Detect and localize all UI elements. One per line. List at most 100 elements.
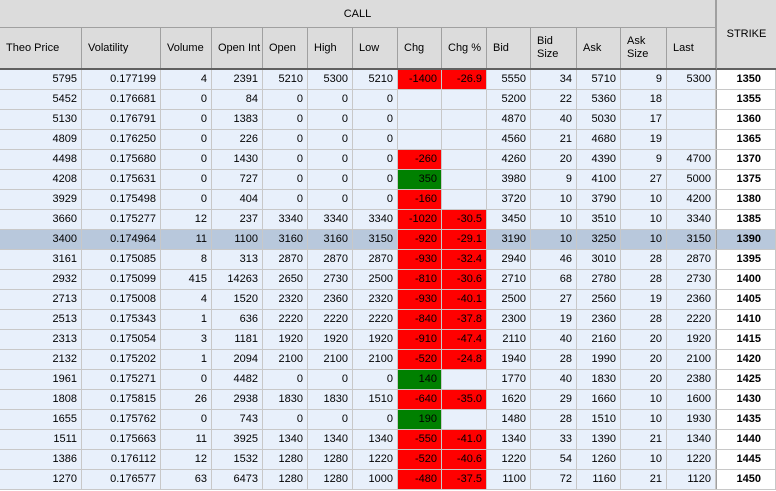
table-row[interactable]: 2713 0.175008 4 1520 2320 2360 2320 -930 -40.1 25… <box>0 290 776 310</box>
column-header-volatility[interactable]: Volatility <box>82 28 161 68</box>
column-header-bid-size[interactable]: Bid Size <box>531 28 577 68</box>
cell-ask-size: 27 <box>621 170 667 189</box>
cell-theo-price: 1655 <box>0 410 82 429</box>
cell-open-int: 84 <box>212 90 263 109</box>
cell-ask: 5030 <box>577 110 621 129</box>
table-row[interactable]: 3400 0.174964 11 1100 3160 3160 3150 -920 -29.1 3… <box>0 230 776 250</box>
cell-last: 4700 <box>667 150 716 169</box>
column-header-ask-size[interactable]: Ask Size <box>621 28 667 68</box>
cell-ask-size: 20 <box>621 330 667 349</box>
table-row[interactable]: 1386 0.176112 12 1532 1280 1280 1220 -520 -40.6 1… <box>0 450 776 470</box>
table-row[interactable]: 4809 0.176250 0 226 0 0 0 4560 21 4680 19 1365 <box>0 130 776 150</box>
cell-last: 5000 <box>667 170 716 189</box>
cell-ask-size: 10 <box>621 410 667 429</box>
cell-open: 1280 <box>263 470 308 489</box>
cell-open: 0 <box>263 190 308 209</box>
cell-ask: 5360 <box>577 90 621 109</box>
cell-theo-price: 1270 <box>0 470 82 489</box>
cell-open-int: 1532 <box>212 450 263 469</box>
cell-bid: 1480 <box>487 410 531 429</box>
column-header-ask[interactable]: Ask <box>577 28 621 68</box>
table-row[interactable]: 4208 0.175631 0 727 0 0 0 350 3980 9 4100 27 5000 137… <box>0 170 776 190</box>
cell-volume: 8 <box>161 250 212 269</box>
cell-theo-price: 5130 <box>0 110 82 129</box>
cell-strike: 1360 <box>716 110 776 129</box>
cell-ask: 3250 <box>577 230 621 249</box>
table-row[interactable]: 3660 0.175277 12 237 3340 3340 3340 -1020 -30.5 3… <box>0 210 776 230</box>
cell-open: 2650 <box>263 270 308 289</box>
table-row[interactable]: 5795 0.177199 4 2391 5210 5300 5210 -1400 -26.9 5… <box>0 70 776 90</box>
table-row[interactable]: 2313 0.175054 3 1181 1920 1920 1920 -910 -47.4 21… <box>0 330 776 350</box>
cell-volume: 1 <box>161 310 212 329</box>
cell-open: 2220 <box>263 310 308 329</box>
cell-volatility: 0.176112 <box>82 450 161 469</box>
cell-chg-pct <box>442 150 487 169</box>
cell-bid-size: 10 <box>531 210 577 229</box>
cell-ask: 1660 <box>577 390 621 409</box>
column-header-chg-pct[interactable]: Chg % <box>442 28 487 68</box>
cell-bid-size: 72 <box>531 470 577 489</box>
cell-chg: -260 <box>398 150 442 169</box>
cell-chg-pct: -35.0 <box>442 390 487 409</box>
column-header-low[interactable]: Low <box>353 28 398 68</box>
column-header-high[interactable]: High <box>308 28 353 68</box>
table-row[interactable]: 2932 0.175099 415 14263 2650 2730 2500 -810 -30.… <box>0 270 776 290</box>
cell-chg: -1020 <box>398 210 442 229</box>
column-header-theo-price[interactable]: Theo Price <box>0 28 82 68</box>
cell-bid: 5550 <box>487 70 531 89</box>
cell-high: 0 <box>308 130 353 149</box>
cell-last: 1120 <box>667 470 716 489</box>
cell-chg: -160 <box>398 190 442 209</box>
cell-bid: 2300 <box>487 310 531 329</box>
table-row[interactable]: 2513 0.175343 1 636 2220 2220 2220 -840 -37.8 230… <box>0 310 776 330</box>
cell-theo-price: 4498 <box>0 150 82 169</box>
cell-open-int: 313 <box>212 250 263 269</box>
cell-last: 2100 <box>667 350 716 369</box>
cell-open-int: 1520 <box>212 290 263 309</box>
table-row[interactable]: 4498 0.175680 0 1430 0 0 0 -260 4260 20 4390 9 4700 1… <box>0 150 776 170</box>
table-row[interactable]: 1961 0.175271 0 4482 0 0 0 140 1770 40 1830 20 2380 1… <box>0 370 776 390</box>
column-header-open-int[interactable]: Open Int <box>212 28 263 68</box>
cell-ask: 4680 <box>577 130 621 149</box>
cell-last <box>667 130 716 149</box>
cell-low: 0 <box>353 110 398 129</box>
table-row[interactable]: 1655 0.175762 0 743 0 0 0 190 1480 28 1510 10 1930 14… <box>0 410 776 430</box>
column-header-last[interactable]: Last <box>667 28 716 68</box>
cell-last: 2380 <box>667 370 716 389</box>
table-row[interactable]: 2132 0.175202 1 2094 2100 2100 2100 -520 -24.8 19… <box>0 350 776 370</box>
table-row[interactable]: 3929 0.175498 0 404 0 0 0 -160 3720 10 3790 10 4200 1… <box>0 190 776 210</box>
cell-volatility: 0.176577 <box>82 470 161 489</box>
cell-volatility: 0.175099 <box>82 270 161 289</box>
cell-ask-size: 17 <box>621 110 667 129</box>
cell-open: 3340 <box>263 210 308 229</box>
table-row[interactable]: 3161 0.175085 8 313 2870 2870 2870 -930 -32.4 294… <box>0 250 776 270</box>
cell-volatility: 0.175054 <box>82 330 161 349</box>
table-row[interactable]: 5452 0.176681 0 84 0 0 0 5200 22 5360 18 1355 <box>0 90 776 110</box>
cell-volume: 12 <box>161 450 212 469</box>
strike-column-header[interactable]: STRIKE <box>716 0 776 70</box>
table-row[interactable]: 1808 0.175815 26 2938 1830 1830 1510 -640 -35.0 1… <box>0 390 776 410</box>
cell-high: 1280 <box>308 450 353 469</box>
cell-low: 0 <box>353 150 398 169</box>
cell-bid: 4260 <box>487 150 531 169</box>
cell-volume: 0 <box>161 170 212 189</box>
cell-open: 0 <box>263 370 308 389</box>
cell-chg: -640 <box>398 390 442 409</box>
table-row[interactable]: 1270 0.176577 63 6473 1280 1280 1000 -480 -37.5 1… <box>0 470 776 490</box>
column-header-volume[interactable]: Volume <box>161 28 212 68</box>
cell-high: 2360 <box>308 290 353 309</box>
cell-chg-pct: -26.9 <box>442 70 487 89</box>
cell-strike: 1400 <box>716 270 776 289</box>
table-row[interactable]: 5130 0.176791 0 1383 0 0 0 4870 40 5030 17 1360 <box>0 110 776 130</box>
column-header-chg[interactable]: Chg <box>398 28 442 68</box>
cell-bid-size: 10 <box>531 190 577 209</box>
cell-ask: 3510 <box>577 210 621 229</box>
cell-open: 0 <box>263 410 308 429</box>
column-header-bid[interactable]: Bid <box>487 28 531 68</box>
cell-ask-size: 10 <box>621 390 667 409</box>
column-header-open[interactable]: Open <box>263 28 308 68</box>
cell-volatility: 0.175663 <box>82 430 161 449</box>
cell-volume: 63 <box>161 470 212 489</box>
table-row[interactable]: 1511 0.175663 11 3925 1340 1340 1340 -550 -41.0 1… <box>0 430 776 450</box>
cell-volatility: 0.175277 <box>82 210 161 229</box>
